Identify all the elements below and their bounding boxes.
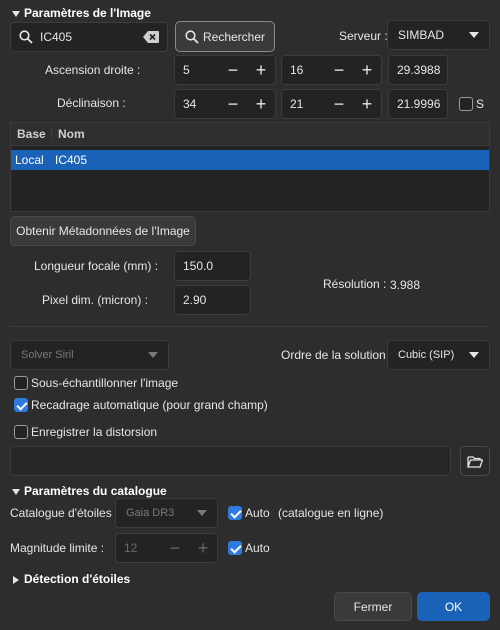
dec-minutes-value: 21 xyxy=(290,97,304,111)
south-label: S xyxy=(476,97,485,111)
ra-minutes-stepper[interactable]: 16 − + xyxy=(281,55,382,85)
distortion-path-input[interactable] xyxy=(10,446,451,476)
clear-icon[interactable] xyxy=(143,31,159,43)
chevron-down-icon xyxy=(148,352,158,358)
magnitude-auto-checkbox[interactable] xyxy=(228,541,242,555)
minus-icon[interactable]: − xyxy=(325,55,353,85)
ok-button[interactable]: OK xyxy=(417,592,490,621)
pixel-size-value: 2.90 xyxy=(183,293,207,307)
table-row[interactable]: Local IC405 xyxy=(11,150,489,170)
focal-length-input[interactable]: 150.0 xyxy=(174,251,251,281)
catalog-auto-checkbox[interactable] xyxy=(228,506,242,520)
pixel-size-input[interactable]: 2.90 xyxy=(174,285,251,315)
minus-icon[interactable]: − xyxy=(219,55,247,85)
catalog-title: Paramètres du catalogue xyxy=(24,484,167,498)
dec-seconds-input[interactable]: 21.9996 xyxy=(388,89,448,119)
open-folder-button[interactable] xyxy=(460,446,490,476)
solver-value: Solver Siril xyxy=(21,349,74,361)
divider xyxy=(10,326,490,327)
chevron-down-icon xyxy=(197,510,207,516)
magnitude-auto-label: Auto xyxy=(245,541,270,555)
order-select[interactable]: Cubic (SIP) xyxy=(387,340,490,370)
server-value: SIMBAD xyxy=(398,28,445,42)
plus-icon[interactable]: + xyxy=(353,89,381,119)
cell-name: IC405 xyxy=(55,153,88,167)
search-value: IC405 xyxy=(40,30,73,44)
minus-icon[interactable]: − xyxy=(161,533,189,563)
pixel-label: Pixel dim. (micron) : xyxy=(42,293,149,307)
expand-triangle-icon xyxy=(13,575,19,584)
minus-icon[interactable]: − xyxy=(219,89,247,119)
south-checkbox[interactable] xyxy=(459,97,473,111)
plus-icon[interactable]: + xyxy=(247,55,275,85)
column-header-base[interactable]: Base xyxy=(11,127,52,141)
autocrop-checkbox[interactable] xyxy=(14,398,28,412)
detection-header[interactable]: Détection d'étoiles xyxy=(13,572,130,586)
detection-title: Détection d'étoiles xyxy=(24,572,131,586)
catalog-header[interactable]: Paramètres du catalogue xyxy=(12,484,167,498)
image-params-header[interactable]: Paramètres de l'Image xyxy=(12,6,151,20)
catalog-auto-label: Auto xyxy=(245,506,270,520)
chevron-down-icon xyxy=(469,352,479,358)
close-button[interactable]: Fermer xyxy=(334,592,412,621)
plus-icon[interactable]: + xyxy=(247,89,275,119)
cell-base: Local xyxy=(15,153,44,167)
get-metadata-button[interactable]: Obtenir Métadonnées de l'Image xyxy=(10,216,196,246)
column-header-name[interactable]: Nom xyxy=(52,127,85,141)
results-table[interactable]: Base Nom Local IC405 xyxy=(10,122,490,212)
autocrop-label: Recadrage automatique (pour grand champ) xyxy=(31,398,268,412)
search-button-label: Rechercher xyxy=(202,29,266,44)
expand-triangle-icon xyxy=(12,10,20,17)
dec-minutes-stepper[interactable]: 21 − + xyxy=(281,89,382,119)
magnitude-label: Magnitude limite : xyxy=(10,541,105,555)
distortion-checkbox[interactable] xyxy=(14,425,28,439)
table-header: Base Nom xyxy=(11,123,489,146)
order-value: Cubic (SIP) xyxy=(398,349,455,361)
search-icon xyxy=(185,29,199,44)
distortion-label: Enregistrer la distorsion xyxy=(31,425,158,439)
magnitude-stepper[interactable]: 12 − + xyxy=(115,533,218,563)
catalog-select[interactable]: Gaia DR3 xyxy=(115,498,218,528)
dec-seconds-value: 21.9996 xyxy=(397,97,441,111)
ra-hours-value: 5 xyxy=(183,63,190,77)
magnitude-value: 12 xyxy=(124,541,138,555)
ok-button-label: OK xyxy=(444,599,463,614)
minus-icon[interactable]: − xyxy=(325,89,353,119)
focal-length-value: 150.0 xyxy=(183,259,214,273)
ra-hours-stepper[interactable]: 5 − + xyxy=(174,55,276,85)
order-label: Ordre de la solution : xyxy=(281,348,393,362)
downsample-label: Sous-échantillonner l'image xyxy=(31,376,179,390)
catalog-online-label: (catalogue en ligne) xyxy=(278,506,384,520)
image-params-title: Paramètres de l'Image xyxy=(24,6,151,20)
search-icon xyxy=(19,30,33,44)
expand-triangle-icon xyxy=(12,488,20,495)
search-button[interactable]: Rechercher xyxy=(175,21,275,52)
folder-open-icon xyxy=(467,455,483,468)
ra-seconds-input[interactable]: 29.3988 xyxy=(388,55,448,85)
get-metadata-label: Obtenir Métadonnées de l'Image xyxy=(16,224,190,238)
server-label: Serveur : xyxy=(339,29,388,43)
dec-degrees-value: 34 xyxy=(183,97,197,111)
server-select[interactable]: SIMBAD xyxy=(387,20,490,50)
catalog-value: Gaia DR3 xyxy=(126,507,175,519)
ra-minutes-value: 16 xyxy=(290,63,304,77)
catalog-label: Catalogue d'étoiles : xyxy=(10,506,119,520)
ra-seconds-value: 29.3988 xyxy=(397,63,441,77)
solver-select[interactable]: Solver Siril xyxy=(10,340,169,370)
close-button-label: Fermer xyxy=(353,599,393,614)
resolution-value: 3.988 xyxy=(390,278,421,292)
downsample-checkbox[interactable] xyxy=(14,376,28,390)
resolution-label: Résolution : xyxy=(323,277,387,291)
ra-label: Ascension droite : xyxy=(45,63,141,77)
search-input[interactable]: IC405 xyxy=(10,22,168,52)
focal-label: Longueur focale (mm) : xyxy=(34,259,159,273)
dec-degrees-stepper[interactable]: 34 − + xyxy=(174,89,276,119)
chevron-down-icon xyxy=(469,32,479,38)
plus-icon[interactable]: + xyxy=(189,533,217,563)
plus-icon[interactable]: + xyxy=(353,55,381,85)
dec-label: Déclinaison : xyxy=(57,96,126,110)
